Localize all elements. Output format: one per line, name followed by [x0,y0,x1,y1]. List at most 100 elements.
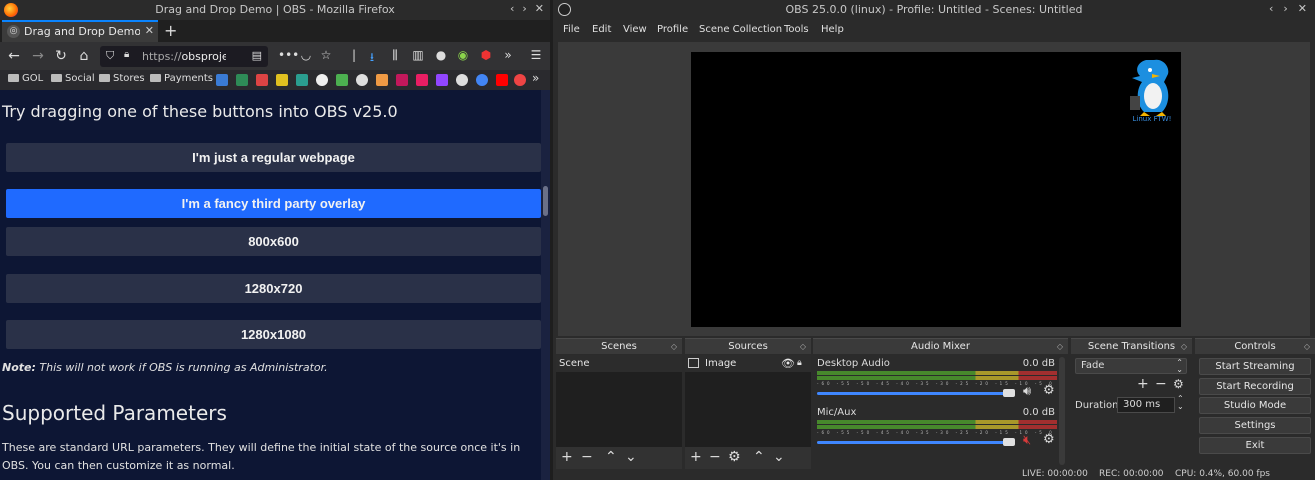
bookmark-favicon-icon[interactable] [216,74,228,86]
dock-float-icon[interactable]: ◇ [1057,339,1063,355]
url-bar[interactable]: ⛉ 🔒︎ https://obsproject. ▤ [100,46,268,67]
menu-file[interactable]: File [563,24,580,35]
dock-float-icon[interactable]: ◇ [1304,339,1310,355]
volume-slider[interactable] [817,392,1015,395]
menu-scene-collection[interactable]: Scene Collection [699,24,782,35]
muted-speaker-icon[interactable]: 🔇︎ [1023,433,1031,448]
visibility-eye-icon[interactable]: 👁︎ [781,355,795,372]
back-arrow-icon[interactable]: ← [6,48,22,64]
hamburger-menu-icon[interactable]: ☰ [528,48,544,62]
size-1280x1080-button[interactable]: 1280x1080 [6,320,541,349]
forward-arrow-icon[interactable]: → [30,48,46,64]
page-scrollbar[interactable] [541,90,550,480]
move-source-down-icon[interactable]: ⌄ [773,449,785,465]
source-item[interactable]: Image 👁︎ 🔒︎ [685,355,811,372]
preview-canvas[interactable]: Linux FTW! [691,52,1181,327]
bookmark-favicon-icon[interactable] [476,74,488,86]
dock-float-icon[interactable]: ◇ [1181,339,1187,355]
github-icon[interactable] [356,74,368,86]
reader-view-icon[interactable]: ▤ [252,49,262,62]
bookmark-folder-payments[interactable]: Payments [150,73,213,84]
youtube-icon[interactable] [496,74,508,86]
library-icon[interactable]: ⫼ [387,48,403,63]
bookmark-favicon-icon[interactable] [276,74,288,86]
sidebar-icon[interactable]: ▥ [410,48,426,62]
lock-icon[interactable]: 🔒︎ [797,355,802,372]
start-streaming-button[interactable]: Start Streaming [1199,358,1311,375]
close-icon[interactable]: ✕ [1298,2,1307,15]
reload-icon[interactable]: ↻ [53,48,69,64]
size-800x600-button[interactable]: 800x600 [6,227,541,256]
overflow-chevron-icon[interactable]: » [500,48,516,62]
menu-view[interactable]: View [623,24,647,35]
menu-edit[interactable]: Edit [592,24,611,35]
maximize-icon[interactable]: › [1283,2,1287,15]
bookmark-favicon-icon[interactable] [296,74,308,86]
home-icon[interactable]: ⌂ [76,48,92,64]
add-scene-plus-icon[interactable]: + [561,449,573,465]
remove-transition-minus-icon[interactable]: − [1155,376,1167,392]
volume-slider-handle[interactable] [1003,438,1015,446]
lock-icon[interactable]: 🔒︎ [124,49,129,60]
settings-button[interactable]: Settings [1199,417,1311,434]
bookmark-favicon-icon[interactable] [316,74,328,86]
volume-slider-handle[interactable] [1003,389,1015,397]
menu-help[interactable]: Help [821,24,844,35]
tracking-shield-icon[interactable]: ⛉ [106,49,114,63]
close-icon[interactable]: ✕ [535,2,544,15]
move-scene-down-icon[interactable]: ⌄ [625,449,637,465]
bookmark-favicon-icon[interactable] [336,74,348,86]
downloads-icon[interactable]: ⭳ [364,48,380,69]
fancy-overlay-button[interactable]: I'm a fancy third party overlay [6,189,541,218]
bookmark-favicon-icon[interactable] [396,74,408,86]
source-properties-gear-icon[interactable]: ⚙ [728,449,741,465]
mixer-scrollbar[interactable] [1059,357,1065,465]
studio-mode-button[interactable]: Studio Mode [1199,397,1311,414]
speaker-icon[interactable]: 🔊︎ [1023,384,1031,399]
bookmark-folder-gol[interactable]: GOL [8,73,43,84]
transition-gear-icon[interactable]: ⚙ [1173,377,1184,391]
bookmarks-overflow-chevron-icon[interactable]: » [532,71,539,85]
remove-source-minus-icon[interactable]: − [709,449,721,465]
page-actions-icon[interactable]: ••• [278,48,299,62]
bookmark-favicon-icon[interactable] [514,74,526,86]
remove-scene-minus-icon[interactable]: − [581,449,593,465]
add-source-plus-icon[interactable]: + [690,449,702,465]
add-transition-plus-icon[interactable]: + [1137,376,1149,392]
move-scene-up-icon[interactable]: ⌃ [605,449,617,465]
bookmark-favicon-icon[interactable] [416,74,428,86]
minimize-icon[interactable]: ‹ [1269,2,1273,15]
bookmark-folder-stores[interactable]: Stores [99,73,145,84]
dock-float-icon[interactable]: ◇ [671,339,677,355]
pocket-icon[interactable]: ◡ [298,48,314,62]
start-recording-button[interactable]: Start Recording [1199,378,1311,395]
menu-tools[interactable]: Tools [784,24,809,35]
extension-icon[interactable]: ◉ [455,48,471,62]
menu-profile[interactable]: Profile [657,24,688,35]
scene-item[interactable]: Scene [556,355,682,372]
dock-float-icon[interactable]: ◇ [800,339,806,355]
duration-spinner-icon[interactable]: ⌃ ⌄ [1177,395,1184,411]
duration-input[interactable]: 300 ms [1117,397,1175,413]
minimize-icon[interactable]: ‹ [510,2,514,15]
bookmark-favicon-icon[interactable] [256,74,268,86]
tab-drag-and-drop-demo[interactable]: ◎ Drag and Drop Demo | OBS ✕ [2,20,158,42]
size-1280x720-button[interactable]: 1280x720 [6,274,541,303]
bookmark-folder-social[interactable]: Social [51,73,95,84]
account-icon[interactable]: ● [433,48,449,62]
channel-gear-icon[interactable]: ⚙ [1043,383,1055,398]
bookmark-star-icon[interactable]: ☆ [318,48,334,62]
new-tab-plus-icon[interactable]: + [164,21,177,40]
regular-webpage-button[interactable]: I'm just a regular webpage [6,143,541,172]
bookmark-favicon-icon[interactable] [376,74,388,86]
bookmark-favicon-icon[interactable] [236,74,248,86]
channel-gear-icon[interactable]: ⚙ [1043,432,1055,447]
transition-select[interactable]: Fade ⌃ ⌄ [1075,358,1187,374]
volume-slider[interactable] [817,441,1015,444]
scrollbar-thumb[interactable] [543,186,548,216]
bookmark-favicon-icon[interactable] [456,74,468,86]
maximize-icon[interactable]: › [522,2,526,15]
twitch-icon[interactable] [436,74,448,86]
exit-button[interactable]: Exit [1199,437,1311,454]
ublock-icon[interactable]: ⬢ [478,48,494,62]
